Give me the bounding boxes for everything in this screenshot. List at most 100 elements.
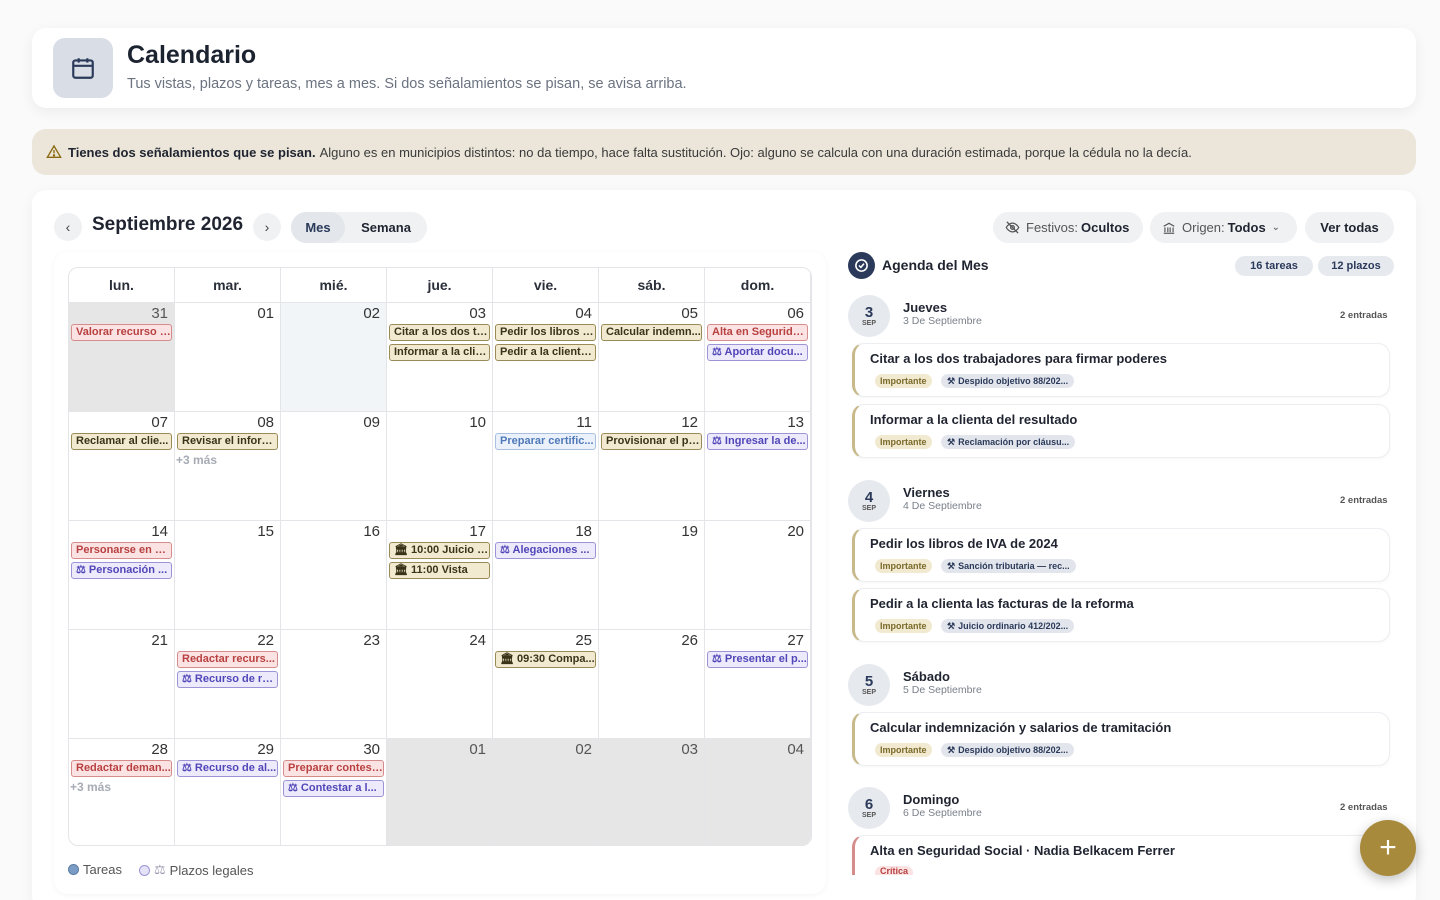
calendar-event[interactable]: Alta en Segurida... [707,324,808,341]
calendar-event[interactable]: ⚖ Recurso de re... [177,671,278,688]
calendar-event[interactable]: Pedir a la clienta... [495,344,596,361]
day-cell[interactable]: 27 ⚖ Presentar el p... [705,630,811,739]
day-cell[interactable]: 22 Redactar recurs... ⚖ Recurso de re... [175,630,281,739]
agenda-item[interactable]: Informar a la clienta del resultado Impor… [852,404,1390,458]
day-cell[interactable]: 07 Reclamar al clie... [69,412,175,521]
calendar-event[interactable]: Valorar recurso f... [71,324,172,341]
calendar-event[interactable]: ⚖ Contestar a l... [283,780,384,797]
day-cell[interactable]: 04 [705,739,811,845]
day-cell[interactable]: 03 [599,739,705,845]
origin-filter[interactable]: Origen: Todos ⌄ [1150,212,1297,243]
day-cell[interactable]: 14 Personarse en el ... ⚖ Personación ... [69,521,175,630]
next-month-button[interactable]: › [253,213,281,241]
day-cell[interactable]: 01 [175,303,281,412]
day-cell[interactable]: 25 🏛 09:30 Compa... [493,630,599,739]
calendar-event[interactable]: Personarse en el ... [71,542,172,559]
more-events-link[interactable]: +3 más [70,780,111,794]
day-cell[interactable]: 12 Provisionar el pa... [599,412,705,521]
day-number: 29 [257,741,274,758]
calendar-event[interactable]: Revisar el inform... [177,433,278,450]
calendar-event[interactable]: 🏛 09:30 Compa... [495,651,596,668]
case-tag[interactable]: ⚒ Sanción tributaria — rec... [941,559,1076,573]
day-cell[interactable]: 02 [281,303,387,412]
day-cell[interactable]: 24 [387,630,493,739]
day-cell[interactable]: 11 Preparar certific... [493,412,599,521]
day-cell[interactable]: 20 [705,521,811,630]
calendar-event[interactable]: Pedir los libros d... [495,324,596,341]
day-number: 07 [151,414,168,431]
calendar-event[interactable]: Informar a la clie... [389,344,490,361]
agenda-item[interactable]: Pedir a la clienta las facturas de la re… [852,588,1390,642]
day-cell[interactable]: 05 Calcular indemn... [599,303,705,412]
day-cell[interactable]: 02 [493,739,599,845]
day-cell[interactable]: 21 [69,630,175,739]
day-number: 03 [469,305,486,322]
scale-icon: ⚖ [154,862,166,877]
case-tag[interactable]: ⚒ Despido objetivo 88/202... [941,743,1075,757]
view-week-button[interactable]: Semana [345,212,427,243]
agenda-item[interactable]: Citar a los dos trabajadores para firmar… [852,343,1390,397]
calendar-event[interactable]: Calcular indemn... [601,324,702,341]
day-cell[interactable]: 18 ⚖ Alegaciones ... [493,521,599,630]
day-cell[interactable]: 29 ⚖ Recurso de al... [175,739,281,845]
day-cell[interactable]: 09 [281,412,387,521]
calendar-event[interactable]: Preparar contest... [283,760,384,777]
day-cell[interactable]: 16 [281,521,387,630]
tasks-dot [68,864,79,875]
day-cell[interactable]: 26 [599,630,705,739]
legend-deadlines: ⚖ Plazos legales [139,862,253,878]
calendar-event[interactable]: ⚖ Recurso de al... [177,760,278,777]
calendar-event[interactable]: ⚖ Alegaciones ... [495,542,596,559]
day-cell[interactable]: 01 [387,739,493,845]
day-cell[interactable]: 19 [599,521,705,630]
day-cell[interactable]: 30 Preparar contest... ⚖ Contestar a l... [281,739,387,845]
add-button[interactable]: + [1360,820,1416,876]
calendar-event[interactable]: ⚖ Presentar el p... [707,651,808,668]
calendar-event[interactable]: Preparar certific... [495,433,596,450]
day-cell[interactable]: 15 [175,521,281,630]
day-number: 22 [257,632,274,649]
day-cell[interactable]: 13 ⚖ Ingresar la de... [705,412,811,521]
calendar-event[interactable]: Redactar recurs... [177,651,278,668]
weekday-header: lun. [69,268,175,303]
view-month-button[interactable]: Mes [291,212,345,243]
calendar-event[interactable]: Citar a los dos tr... [389,324,490,341]
priority-tag: Importante [875,374,932,388]
case-tag[interactable]: ⚒ Reclamación por cláusu... [941,435,1076,449]
day-number: 21 [151,632,168,649]
day-number: 15 [257,523,274,540]
agenda-item[interactable]: Pedir los libros de IVA de 2024 Important… [852,528,1390,582]
deadlines-dot [139,864,150,876]
chevron-down-icon: ⌄ [1271,222,1281,233]
agenda-day-number: 5 [864,673,874,690]
agenda-item[interactable]: Calcular indemnización y salarios de tra… [852,712,1390,766]
more-events-link[interactable]: +3 más [176,453,217,467]
agenda-item-title: Pedir a la clienta las facturas de la re… [870,596,1134,611]
day-cell[interactable]: 17 🏛 10:00 Juicio · ... 🏛 11:00 Vista [387,521,493,630]
agenda-item[interactable]: Alta en Seguridad Social · Nadia Belkace… [852,835,1390,875]
calendar-event[interactable]: ⚖ Aportar docu... [707,344,808,361]
day-cell[interactable]: 04 Pedir los libros d... Pedir a la client… [493,303,599,412]
calendar-event[interactable]: Provisionar el pa... [601,433,702,450]
case-tag[interactable]: ⚒ Despido objetivo 88/202... [941,374,1075,388]
calendar-event[interactable]: 🏛 11:00 Vista [389,562,490,579]
day-number: 04 [575,305,592,322]
day-cell[interactable]: 31 Valorar recurso f... [69,303,175,412]
day-cell[interactable]: 03 Citar a los dos tr... Informar a la cli… [387,303,493,412]
weekday-header: vie. [493,268,599,303]
calendar-event[interactable]: ⚖ Personación ... [71,562,172,579]
day-cell[interactable]: 28 Redactar deman... +3 más [69,739,175,845]
calendar-event[interactable]: 🏛 10:00 Juicio · ... [389,542,490,559]
day-number: 17 [469,523,486,540]
calendar-event[interactable]: Reclamar al clie... [71,433,172,450]
calendar-event[interactable]: Redactar deman... [71,760,172,777]
prev-month-button[interactable]: ‹ [54,213,82,241]
day-cell[interactable]: 23 [281,630,387,739]
day-cell[interactable]: 08 Revisar el inform... +3 más [175,412,281,521]
calendar-event[interactable]: ⚖ Ingresar la de... [707,433,808,450]
holidays-toggle[interactable]: Festivos: Ocultos [993,212,1143,243]
see-all-button[interactable]: Ver todas [1305,212,1394,243]
day-cell[interactable]: 10 [387,412,493,521]
day-cell[interactable]: 06 Alta en Segurida... ⚖ Aportar docu... [705,303,811,412]
case-tag[interactable]: ⚒ Juicio ordinario 412/202... [941,619,1075,633]
